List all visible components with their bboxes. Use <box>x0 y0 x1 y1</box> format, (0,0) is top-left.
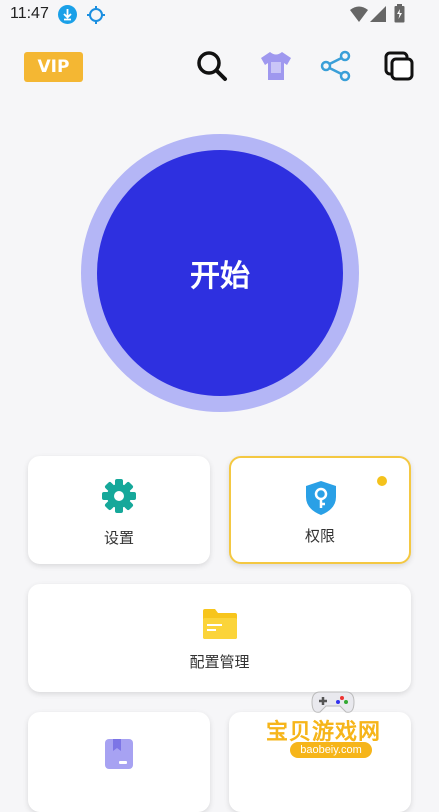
status-time: 11:47 <box>10 5 49 22</box>
settings-label: 设置 <box>103 529 134 547</box>
permission-card[interactable]: 权限 <box>229 456 411 564</box>
copy-icon[interactable] <box>381 48 417 84</box>
notification-dot <box>377 476 387 486</box>
share-icon[interactable] <box>318 48 354 84</box>
signal-icon <box>370 6 386 26</box>
settings-card[interactable]: 设置 <box>28 456 210 564</box>
config-management-label: 配置管理 <box>189 653 250 671</box>
bookmark-file-icon <box>104 738 134 774</box>
key-shield-icon <box>304 480 338 520</box>
folder-icon <box>202 608 238 644</box>
watermark: 宝贝游戏网 baobeiy.com <box>262 688 412 778</box>
config-management-card[interactable]: 配置管理 <box>28 584 411 692</box>
vip-badge[interactable]: VIP <box>24 52 83 82</box>
download-icon <box>58 5 77 24</box>
status-bar: 11:47 <box>0 0 439 30</box>
bottom-left-card[interactable] <box>28 712 210 812</box>
shirt-icon[interactable] <box>258 48 294 84</box>
start-button[interactable]: 开始 <box>97 150 343 396</box>
location-target-icon <box>86 5 106 29</box>
battery-icon <box>394 4 405 27</box>
permission-label: 权限 <box>304 527 335 545</box>
gear-icon <box>101 478 137 518</box>
wifi-icon <box>350 6 368 26</box>
search-icon[interactable] <box>194 48 230 84</box>
watermark-url: baobeiy.com <box>290 742 372 758</box>
